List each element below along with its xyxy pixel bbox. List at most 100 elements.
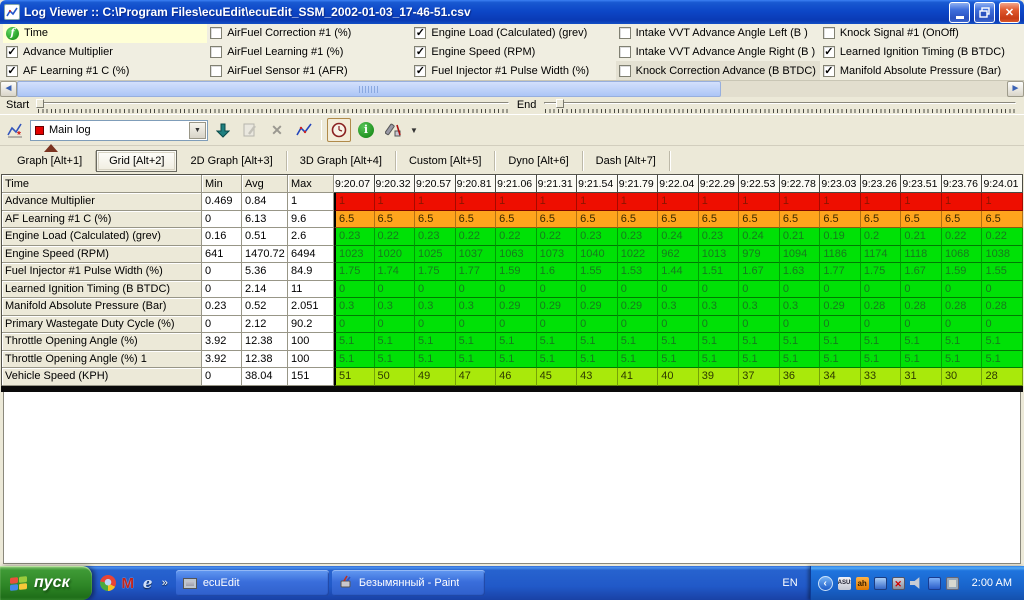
data-cell[interactable]: 5.1 [861,351,902,369]
data-cell[interactable]: 0.19 [820,228,861,246]
data-cell[interactable]: 0 [537,316,578,334]
data-cell[interactable]: 0.3 [699,298,740,316]
data-cell[interactable]: 0 [982,281,1023,299]
info-button[interactable]: i [354,118,378,142]
data-cell[interactable]: 0 [415,281,456,299]
data-cell[interactable]: 0.22 [537,228,578,246]
checkbox-unchecked-icon[interactable] [210,65,222,77]
data-cell[interactable]: 0 [375,316,416,334]
checkbox-checked-icon[interactable]: ✓ [6,65,18,77]
param-engine-load-calculated-grev[interactable]: ✓Engine Load (Calculated) (grev) [411,24,615,43]
data-cell[interactable]: 5.1 [942,351,983,369]
data-cell[interactable]: 0.23 [577,228,618,246]
data-cell[interactable]: 34 [820,368,861,386]
data-cell[interactable]: 30 [942,368,983,386]
data-cell[interactable]: 1 [537,193,578,211]
start-slider-thumb[interactable] [36,99,44,108]
tab-dyno-alt-6[interactable]: Dyno [Alt+6] [495,151,582,171]
data-cell[interactable]: 6.5 [456,211,497,229]
new-graph-button[interactable]: * [3,118,27,142]
data-cell[interactable]: 0 [982,316,1023,334]
data-cell[interactable]: 0 [456,316,497,334]
data-cell[interactable]: 5.1 [820,333,861,351]
data-cell[interactable]: 0.23 [334,228,375,246]
asus-icon[interactable]: ASUS [838,577,851,590]
data-cell[interactable]: 1.59 [942,263,983,281]
data-cell[interactable]: 5.1 [496,351,537,369]
data-cell[interactable]: 1.74 [375,263,416,281]
data-cell[interactable]: 1.51 [699,263,740,281]
data-cell[interactable]: 33 [861,368,902,386]
data-cell[interactable]: 5.1 [739,351,780,369]
data-cell[interactable]: 45 [537,368,578,386]
data-cell[interactable]: 1038 [982,246,1023,264]
param-knock-correction-advance-b-btdc[interactable]: Knock Correction Advance (B BTDC) [616,61,820,80]
column-header-min[interactable]: Min [202,175,242,193]
checkbox-checked-icon[interactable]: ✓ [823,46,835,58]
data-cell[interactable]: 5.1 [456,333,497,351]
data-cell[interactable]: 5.1 [375,351,416,369]
data-cell[interactable]: 1.6 [537,263,578,281]
data-cell[interactable]: 0.23 [415,228,456,246]
tools-dropdown-icon[interactable]: ▼ [408,126,420,135]
data-cell[interactable]: 6.5 [942,211,983,229]
data-cell[interactable]: 43 [577,368,618,386]
data-cell[interactable]: 6.5 [415,211,456,229]
data-cell[interactable]: 6.5 [820,211,861,229]
param-learned-ignition-timing-b-btdc[interactable]: ✓Learned Ignition Timing (B BTDC) [820,43,1024,62]
data-cell[interactable]: 1 [820,193,861,211]
data-cell[interactable]: 6.5 [496,211,537,229]
column-header-timestamp[interactable]: 9:23.03 [820,175,861,193]
data-cell[interactable]: 28 [982,368,1023,386]
data-cell[interactable]: 6.5 [861,211,902,229]
clock[interactable]: 2:00 AM [972,577,1012,589]
data-cell[interactable]: 0.22 [375,228,416,246]
data-cell[interactable]: 1013 [699,246,740,264]
tab-graph-alt-1[interactable]: Graph [Alt+1] [4,151,96,171]
data-cell[interactable]: 0.24 [739,228,780,246]
data-cell[interactable]: 1094 [780,246,821,264]
data-cell[interactable]: 50 [375,368,416,386]
param-airfuel-correction-1[interactable]: AirFuel Correction #1 (%) [207,24,411,43]
data-cell[interactable]: 5.1 [942,333,983,351]
row-label-af-learning-1-c[interactable]: AF Learning #1 C (%) [2,211,202,229]
param-time[interactable]: fTime [3,24,207,43]
data-cell[interactable]: 5.1 [982,351,1023,369]
data-cell[interactable]: 0.22 [942,228,983,246]
tab-dash-alt-7[interactable]: Dash [Alt+7] [583,151,670,171]
data-cell[interactable]: 1.75 [861,263,902,281]
minimize-button[interactable] [949,2,970,23]
data-cell[interactable]: 0 [577,316,618,334]
data-cell[interactable]: 1.75 [334,263,375,281]
data-cell[interactable]: 1040 [577,246,618,264]
data-cell[interactable]: 6.5 [739,211,780,229]
data-cell[interactable]: 0 [942,281,983,299]
data-cell[interactable]: 0.22 [982,228,1023,246]
data-cell[interactable]: 0.29 [496,298,537,316]
data-cell[interactable]: 5.1 [861,333,902,351]
network-signal-icon[interactable] [874,577,887,590]
param-af-learning-1-c[interactable]: ✓AF Learning #1 C (%) [3,61,207,80]
row-label-engine-speed-rpm[interactable]: Engine Speed (RPM) [2,246,202,264]
param-engine-speed-rpm[interactable]: ✓Engine Speed (RPM) [411,43,615,62]
data-cell[interactable]: 0 [537,281,578,299]
data-cell[interactable]: 0 [820,281,861,299]
data-cell[interactable]: 0 [901,316,942,334]
data-cell[interactable]: 6.5 [537,211,578,229]
data-cell[interactable]: 0 [618,316,659,334]
column-header-timestamp[interactable]: 9:23.76 [942,175,983,193]
data-cell[interactable]: 0.29 [618,298,659,316]
row-label-primary-wastegate-duty-cycle[interactable]: Primary Wastegate Duty Cycle (%) [2,316,202,334]
column-header-timestamp[interactable]: 9:23.51 [901,175,942,193]
data-cell[interactable]: 0.3 [739,298,780,316]
data-cell[interactable]: 5.1 [577,333,618,351]
graph-settings-button[interactable] [292,118,316,142]
data-cell[interactable]: 36 [780,368,821,386]
column-header-timestamp[interactable]: 9:21.06 [496,175,537,193]
data-cell[interactable]: 5.1 [537,351,578,369]
data-cell[interactable]: 0.22 [456,228,497,246]
data-cell[interactable]: 0 [375,281,416,299]
data-cell[interactable]: 0.21 [901,228,942,246]
data-cell[interactable]: 0.3 [658,298,699,316]
data-cell[interactable]: 1.55 [577,263,618,281]
